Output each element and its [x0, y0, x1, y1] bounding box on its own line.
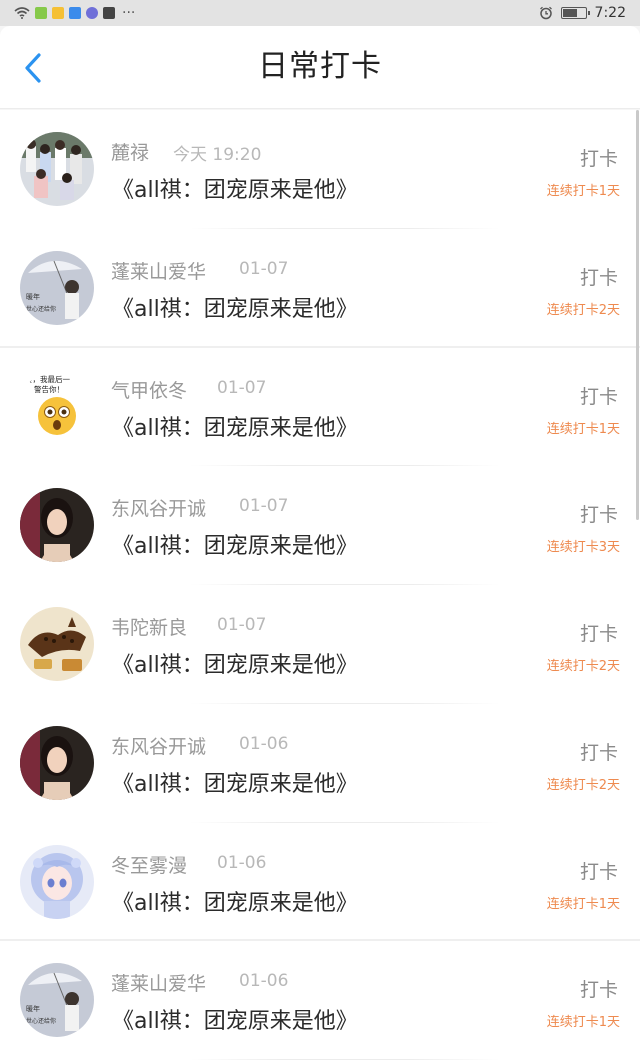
battery-icon: [560, 7, 590, 19]
user-avatar[interactable]: 暖年 世心还给你: [20, 250, 94, 325]
book-title[interactable]: 《all祺：团宠原来是他》: [112, 885, 358, 917]
svg-text:暖年: 暖年: [26, 1004, 40, 1013]
page-title: 日常打卡: [258, 49, 382, 84]
user-avatar[interactable]: [20, 725, 94, 800]
checkin-row[interactable]: 冬至雾漫 01-06 《all祺：团宠原来是他》 打卡连续打卡1天: [0, 822, 640, 942]
svg-text:世心还给你: 世心还给你: [26, 1017, 56, 1025]
checkin-row[interactable]: 东风谷开诚 01-07 《all祺：团宠原来是他》 打卡连续打卡3天: [0, 466, 640, 585]
checkin-row[interactable]: 暖年 世心还给你 蓬莱山爱华 01-07 《all祺：团宠原来是他》 打卡 连续打卡2天: [0, 228, 640, 348]
checkin-label: 打卡: [579, 148, 618, 170]
checkin-label: 打卡: [579, 860, 618, 883]
checkin-label: 打卡: [579, 979, 618, 1002]
user-name[interactable]: 韦陀新良: [111, 613, 187, 640]
book-title[interactable]: 《all祺：团宠原来是他》: [112, 1003, 358, 1035]
user-name[interactable]: 东风谷开诚: [111, 732, 206, 759]
checkin-row[interactable]: 暖年 世心还给你 蓬莱山爱华 01-06 《all祺：团宠原来是他》 打卡 连续打卡1天: [0, 941, 640, 1060]
user-name[interactable]: 气甲依冬: [111, 376, 187, 403]
user-name[interactable]: 蓬莱山爱华: [111, 257, 206, 284]
streak-badge: 连续打卡1天: [546, 184, 620, 199]
user-name[interactable]: 东风谷开诚: [111, 494, 206, 521]
book-title[interactable]: 《all祺：团宠原来是他》: [112, 172, 358, 204]
checkin-row[interactable]: 食，我最后一 警告你！ 气甲依冬 01-07 《all祺：团宠原来是他》 打卡连续打卡1天: [0, 347, 640, 467]
checkin-label: 打卡: [579, 266, 618, 289]
checkin-label: 打卡: [579, 623, 618, 645]
user-avatar[interactable]: 食，我最后一 警告你！: [20, 369, 94, 444]
checkin-date: 01-07: [217, 377, 267, 398]
checkin-row[interactable]: 麓禄 今天 19:20 《all祺：团宠原来是他》 打卡连续打卡1天: [0, 110, 640, 229]
streak-badge: 连续打卡1天: [546, 896, 620, 912]
checkin-label: 打卡: [579, 504, 618, 527]
checkin-label: 打卡: [579, 385, 618, 408]
checkin-date: 01-07: [239, 258, 289, 279]
music-app-icon: [86, 7, 98, 19]
checkin-date: 01-07: [217, 615, 267, 635]
checkin-date: 01-07: [239, 496, 289, 517]
checkin-row[interactable]: 韦陀新良 01-07 《all祺：团宠原来是他》 打卡连续打卡2天: [0, 585, 640, 704]
wechat-app-icon: [35, 7, 47, 19]
user-avatar[interactable]: [20, 488, 94, 563]
user-name[interactable]: 冬至雾漫: [111, 851, 187, 878]
svg-text:世心还给你: 世心还给你: [26, 305, 56, 313]
battery-level: [562, 9, 578, 17]
book-title[interactable]: 《all祺：团宠原来是他》: [112, 647, 358, 679]
svg-text:警告你！: 警告你！: [34, 384, 64, 394]
user-name[interactable]: 蓬莱山爱华: [111, 969, 206, 996]
status-icons-left: ···: [14, 4, 135, 22]
checkin-list: 麓禄 今天 19:20 《all祺：团宠原来是他》 打卡 连续打卡1天 暖年 世心还给你 蓬莱…: [0, 110, 640, 1060]
book-title[interactable]: 《all祺：团宠原来是他》: [112, 291, 358, 323]
streak-badge: 连续打卡2天: [546, 302, 620, 318]
book-title[interactable]: 《all祺：团宠原来是他》: [112, 410, 358, 442]
wifi-icon: [14, 7, 30, 19]
user-avatar[interactable]: [20, 844, 94, 919]
user-name[interactable]: 麓禄: [111, 138, 149, 165]
user-avatar[interactable]: [20, 132, 94, 206]
book-title[interactable]: 《all祺：团宠原来是他》: [112, 766, 358, 798]
scrollbar[interactable]: [636, 110, 639, 520]
streak-badge: 连续打卡1天: [546, 1015, 620, 1031]
checkin-date: 今天 19:20: [173, 145, 262, 165]
browser-app-icon: [69, 7, 81, 19]
status-bar: ··· 7:22: [0, 0, 640, 26]
more-notifications: ···: [122, 5, 136, 21]
checkin-label: 打卡: [579, 741, 618, 764]
svg-text:食，我最后一: 食，我最后一: [25, 374, 70, 384]
svg-text:暖年: 暖年: [26, 292, 40, 301]
user-avatar[interactable]: [20, 607, 94, 681]
checkin-date: 01-06: [239, 971, 289, 992]
streak-badge: 连续打卡1天: [546, 421, 620, 437]
nav-header: 日常打卡: [0, 26, 640, 109]
clock: 7:22: [594, 5, 626, 21]
user-avatar[interactable]: 暖年 世心还给你: [20, 963, 94, 1038]
book-title[interactable]: 《all祺：团宠原来是他》: [112, 528, 358, 560]
streak-badge: 连续打卡2天: [546, 659, 620, 674]
checkin-date: 01-06: [239, 733, 289, 754]
streak-badge: 连续打卡2天: [546, 777, 620, 793]
notes-app-icon: [52, 7, 64, 19]
message-app-icon: [103, 7, 115, 19]
alarm-icon: [539, 6, 552, 20]
checkin-row[interactable]: 东风谷开诚 01-06 《all祺：团宠原来是他》 打卡连续打卡2天: [0, 703, 640, 823]
checkin-date: 01-06: [217, 852, 267, 873]
status-icons-right: 7:22: [539, 4, 626, 22]
streak-badge: 连续打卡3天: [546, 540, 620, 556]
